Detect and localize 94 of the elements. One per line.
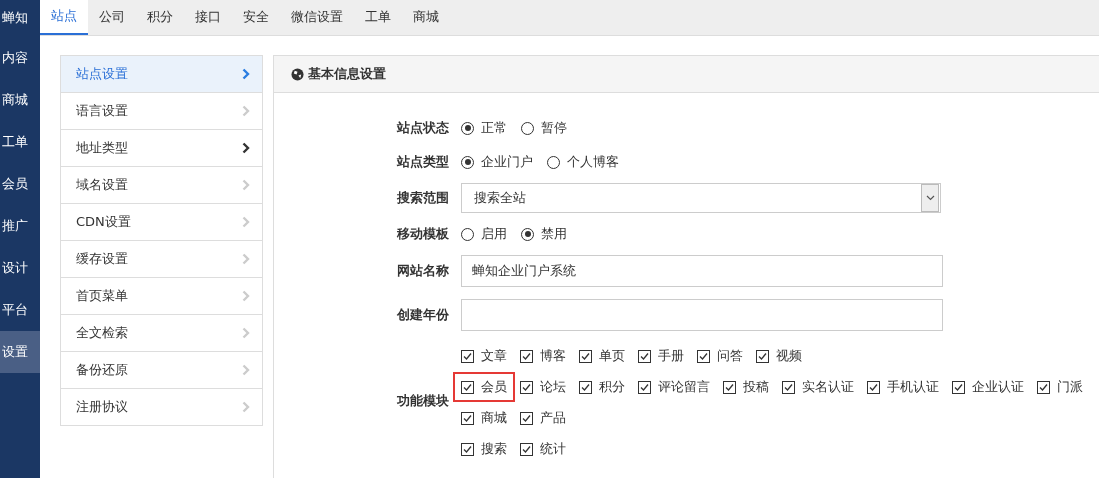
- field-label: 功能模块: [396, 391, 450, 410]
- menu-item[interactable]: 注册协议: [61, 388, 262, 425]
- checkbox[interactable]: [461, 411, 474, 425]
- checkbox-option[interactable]: 单页: [577, 345, 627, 367]
- checkbox[interactable]: [579, 349, 592, 363]
- nav-item[interactable]: 推广: [0, 205, 40, 247]
- chevron-icon: [242, 327, 250, 339]
- menu-item[interactable]: 语言设置: [61, 92, 262, 129]
- checkbox[interactable]: [952, 380, 965, 394]
- checkbox[interactable]: [579, 380, 592, 394]
- checkbox-option[interactable]: 积分: [577, 376, 627, 398]
- radio-option[interactable]: 暂停: [521, 119, 567, 137]
- menu-item[interactable]: 备份还原: [61, 351, 262, 388]
- checkbox[interactable]: [723, 380, 736, 394]
- radio-option[interactable]: 个人博客: [547, 153, 619, 171]
- chevron-icon: [242, 253, 250, 265]
- nav-item[interactable]: 商城: [0, 79, 40, 121]
- checkbox[interactable]: [1037, 380, 1050, 394]
- checkbox[interactable]: [697, 349, 710, 363]
- tab[interactable]: 商城: [402, 0, 450, 35]
- checkbox-option[interactable]: 问答: [695, 345, 745, 367]
- panel-title: 基本信息设置: [308, 65, 386, 83]
- tab[interactable]: 微信设置: [280, 0, 354, 35]
- tab[interactable]: 积分: [136, 0, 184, 35]
- menu-item[interactable]: 地址类型: [61, 129, 262, 166]
- chevron-icon: [242, 142, 250, 154]
- chevron-icon: [242, 105, 250, 117]
- field-label: 站点状态: [396, 119, 450, 137]
- checkbox[interactable]: [782, 380, 795, 394]
- checkbox[interactable]: [461, 349, 474, 363]
- text-field[interactable]: [461, 299, 943, 331]
- radio-option[interactable]: 正常: [461, 119, 507, 137]
- checkbox[interactable]: [638, 380, 651, 394]
- menu-item[interactable]: 缓存设置: [61, 240, 262, 277]
- field-label: 移动模板: [396, 225, 450, 243]
- checkbox-option[interactable]: 搜索: [459, 438, 509, 460]
- field-label: 搜索范围: [396, 189, 450, 207]
- chevron-icon: [242, 364, 250, 376]
- chevron-icon: [242, 68, 250, 80]
- checkbox-option[interactable]: 统计: [518, 438, 568, 460]
- checkbox-option[interactable]: 手册: [636, 345, 686, 367]
- checkbox-option[interactable]: 文章: [459, 345, 509, 367]
- tab[interactable]: 公司: [88, 0, 136, 35]
- checkbox-option[interactable]: 博客: [518, 345, 568, 367]
- menu-item[interactable]: CDN设置: [61, 203, 262, 240]
- chevron-icon: [242, 179, 250, 191]
- radio-option[interactable]: 禁用: [521, 225, 567, 243]
- chevron-icon: [242, 290, 250, 302]
- menu-item[interactable]: 站点设置: [61, 56, 262, 92]
- field-label: 创建年份: [396, 306, 450, 324]
- field-label: 网站名称: [396, 262, 450, 280]
- checkbox[interactable]: [638, 349, 651, 363]
- nav-item[interactable]: 设置: [0, 331, 40, 373]
- checkbox[interactable]: [756, 349, 769, 363]
- nav-item[interactable]: 蝉知: [0, 0, 40, 35]
- nav-item[interactable]: 平台: [0, 289, 40, 331]
- nav-item[interactable]: 会员: [0, 163, 40, 205]
- nav-item[interactable]: 设计: [0, 247, 40, 289]
- checkbox[interactable]: [520, 442, 533, 456]
- menu-item[interactable]: 全文检索: [61, 314, 262, 351]
- checkbox[interactable]: [520, 411, 533, 425]
- text-field[interactable]: 蝉知企业门户系统: [461, 255, 943, 287]
- checkbox[interactable]: [461, 442, 474, 456]
- checkbox-option[interactable]: 会员: [453, 372, 515, 402]
- checkbox-option[interactable]: 手机认证: [865, 376, 941, 398]
- chevron-icon: [242, 401, 250, 413]
- chevron-icon: [242, 216, 250, 228]
- checkbox-option[interactable]: 论坛: [518, 376, 568, 398]
- checkbox-option[interactable]: 企业认证: [950, 376, 1026, 398]
- caret-icon: [925, 195, 935, 201]
- tab[interactable]: 工单: [354, 0, 402, 35]
- radio-option[interactable]: 启用: [461, 225, 507, 243]
- checkbox[interactable]: [461, 380, 474, 394]
- checkbox-option[interactable]: 视频: [754, 345, 804, 367]
- checkbox[interactable]: [867, 380, 880, 394]
- menu-item[interactable]: 首页菜单: [61, 277, 262, 314]
- menu-item[interactable]: 域名设置: [61, 166, 262, 203]
- checkbox-option[interactable]: 产品: [518, 407, 568, 429]
- radio-option[interactable]: 企业门户: [461, 153, 533, 171]
- tab[interactable]: 安全: [232, 0, 280, 35]
- tab[interactable]: 接口: [184, 0, 232, 35]
- checkbox-option[interactable]: 门派: [1035, 376, 1085, 398]
- tab[interactable]: 站点: [40, 0, 88, 35]
- checkbox-option[interactable]: 投稿: [721, 376, 771, 398]
- nav-item[interactable]: 内容: [0, 37, 40, 79]
- checkbox-option[interactable]: 商城: [459, 407, 509, 429]
- checkbox[interactable]: [520, 349, 533, 363]
- checkbox[interactable]: [520, 380, 533, 394]
- checkbox-option[interactable]: 评论留言: [636, 376, 712, 398]
- nav-item[interactable]: 工单: [0, 121, 40, 163]
- globe-icon: [291, 67, 304, 81]
- select-field[interactable]: 搜索全站: [461, 183, 941, 213]
- field-label: 站点类型: [396, 153, 450, 171]
- checkbox-option[interactable]: 实名认证: [780, 376, 856, 398]
